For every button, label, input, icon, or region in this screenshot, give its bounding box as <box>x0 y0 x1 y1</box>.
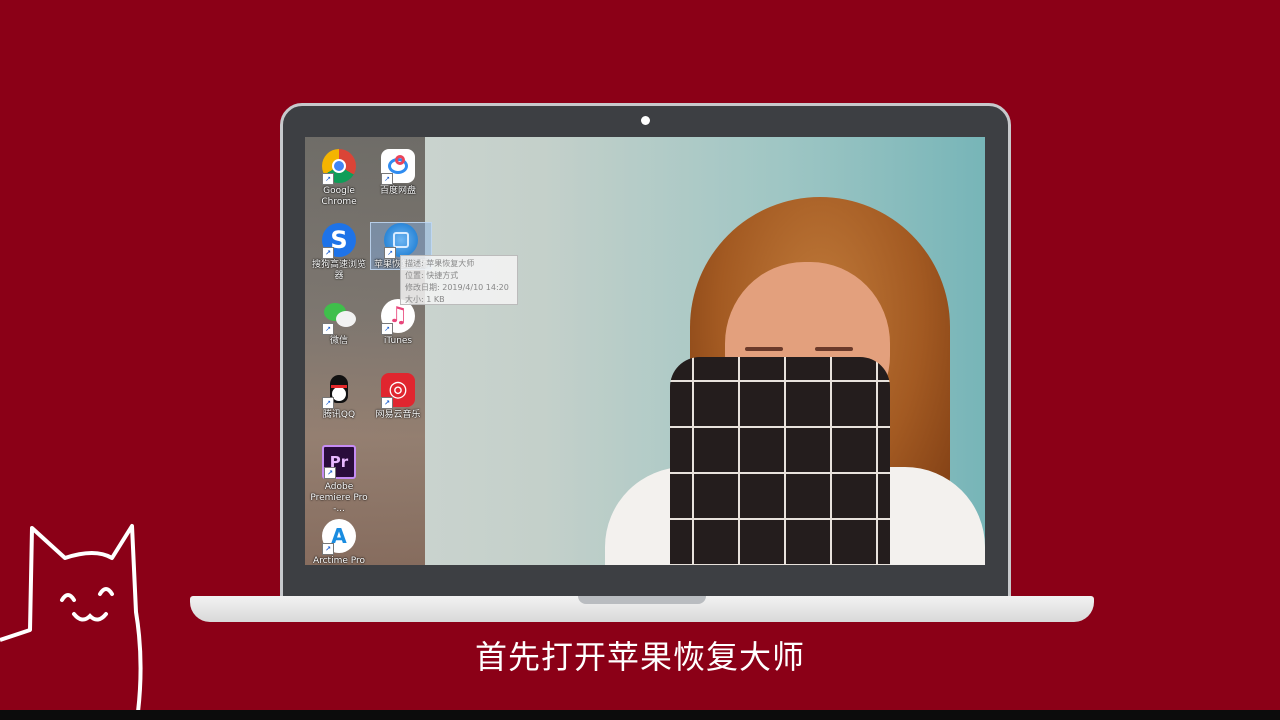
icon-label: 百度网盘 <box>379 186 416 196</box>
icon-label: Adobe Premiere Pro -... <box>310 482 368 514</box>
wallpaper-eye <box>745 347 783 351</box>
sogou-browser-icon: S ↗ <box>322 223 356 259</box>
shortcut-arrow-icon: ↗ <box>322 173 334 185</box>
wallpaper-eye <box>815 347 853 351</box>
netease-music-icon: ◎ ↗ <box>381 373 415 409</box>
desktop-icon-baidu-netdisk[interactable]: ↗ 百度网盘 <box>368 149 428 197</box>
desktop-icon-netease-music[interactable]: ◎ ↗ 网易云音乐 <box>368 373 428 421</box>
desktop-icon-sogou-browser[interactable]: S ↗ 搜狗高速浏览器 <box>309 223 369 282</box>
desktop-icon-arctime[interactable]: A ↗ Arctime Pro <box>309 519 369 565</box>
icon-label: 腾讯QQ <box>322 410 356 420</box>
icon-label: Google Chrome <box>321 186 357 207</box>
shortcut-arrow-icon: ↗ <box>322 397 334 409</box>
tooltip-size: 大小: 1 KB <box>405 295 445 304</box>
desktop-icon-qq[interactable]: ↗ 腾讯QQ <box>309 373 369 421</box>
apple-recovery-icon: ↗ <box>384 223 418 259</box>
video-subtitle: 首先打开苹果恢复大师 <box>474 638 805 676</box>
desktop-icon-premiere[interactable]: Pr ↗ Adobe Premiere Pro -... <box>309 445 369 515</box>
tooltip-modified-date: 修改日期: 2019/4/10 14:20 <box>405 283 509 292</box>
desktop-screen: ↗ Google Chrome ↗ 百度网盘 S ↗ 搜狗高速浏览器 ↗ 苹果恢… <box>305 137 985 565</box>
desktop-icon-wechat[interactable]: ↗ 微信 <box>309 299 369 347</box>
laptop-base-notch <box>578 596 706 604</box>
desktop-icon-chrome[interactable]: ↗ Google Chrome <box>309 149 369 208</box>
shortcut-arrow-icon: ↗ <box>381 397 393 409</box>
baidu-netdisk-icon: ↗ <box>381 149 415 185</box>
premiere-icon: Pr ↗ <box>322 445 356 479</box>
tooltip-location: 位置: 快捷方式 <box>405 271 459 280</box>
tooltip-description: 描述: 苹果恢复大师 <box>405 259 475 268</box>
shortcut-arrow-icon: ↗ <box>384 247 396 259</box>
arctime-icon: A ↗ <box>322 519 356 555</box>
chrome-icon: ↗ <box>322 149 356 185</box>
shortcut-arrow-icon: ↗ <box>381 173 393 185</box>
wallpaper-scarf <box>670 357 890 565</box>
icon-label: iTunes <box>383 336 413 346</box>
webcam <box>641 116 650 125</box>
icon-label: 网易云音乐 <box>375 410 421 420</box>
icon-label: Arctime Pro <box>312 556 366 565</box>
cat-mascot-icon <box>0 524 143 712</box>
bottom-bar <box>0 710 1280 720</box>
icon-label: 微信 <box>329 336 348 346</box>
qq-icon: ↗ <box>322 373 356 409</box>
shortcut-arrow-icon: ↗ <box>381 323 393 335</box>
desktop-icon-itunes[interactable]: ♫ ↗ iTunes <box>368 299 428 347</box>
wechat-icon: ↗ <box>322 299 356 335</box>
shortcut-arrow-icon: ↗ <box>322 323 334 335</box>
shortcut-arrow-icon: ↗ <box>322 543 334 555</box>
file-info-tooltip: 描述: 苹果恢复大师 位置: 快捷方式 修改日期: 2019/4/10 14:2… <box>400 255 518 305</box>
icon-label: 搜狗高速浏览器 <box>311 260 366 281</box>
shortcut-arrow-icon: ↗ <box>322 247 334 259</box>
shortcut-arrow-icon: ↗ <box>324 467 336 479</box>
